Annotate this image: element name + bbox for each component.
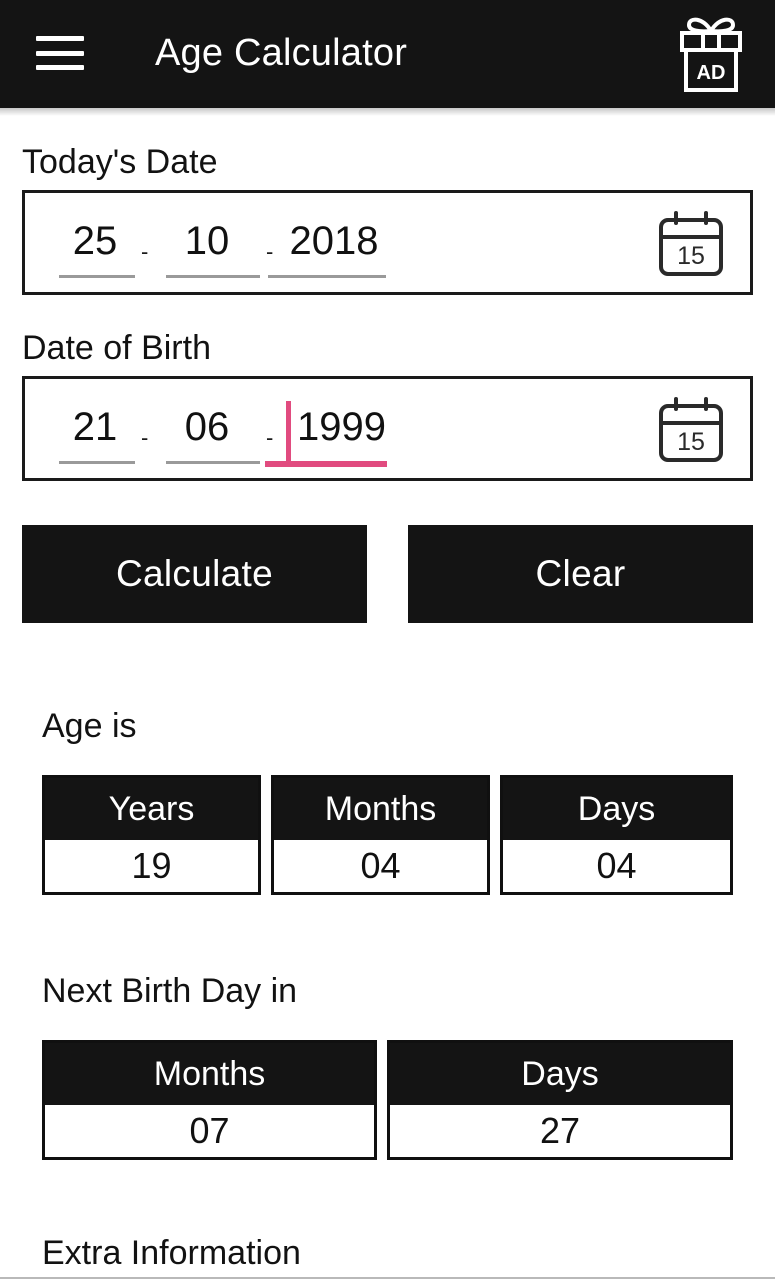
age-result-days-value: 04 — [503, 840, 730, 892]
extra-information-title: Extra Information — [42, 1234, 301, 1272]
todays-date-month-underline — [166, 275, 260, 278]
hamburger-line-1 — [36, 36, 84, 41]
gift-ad-icon[interactable]: AD — [673, 14, 749, 94]
calendar-icon[interactable]: 15 — [654, 209, 728, 281]
next-birthday-title: Next Birth Day in — [42, 972, 298, 1010]
age-result-years-cell: Years 19 — [42, 775, 261, 895]
app-bar: Age Calculator AD — [0, 0, 775, 108]
todays-date-year-underline — [268, 275, 386, 278]
date-of-birth-day-underline — [59, 461, 135, 464]
age-result-months-cell: Months 04 — [271, 775, 490, 895]
todays-date-label: Today's Date — [22, 143, 218, 181]
next-birthday-days-value: 27 — [390, 1105, 730, 1157]
date-of-birth-field[interactable]: 21 - 06 - 1999 15 — [22, 376, 753, 481]
date-of-birth-year[interactable]: 1999 — [297, 403, 403, 451]
bottom-divider — [0, 1277, 775, 1279]
calendar-icon-day: 15 — [677, 242, 705, 270]
date-of-birth-separator-2: - — [266, 425, 274, 450]
next-birthday-months-cell: Months 07 — [42, 1040, 377, 1160]
age-result-years-header: Years — [45, 778, 258, 840]
age-result-table: Years 19 Months 04 Days 04 — [42, 775, 733, 895]
clear-button[interactable]: Clear — [408, 525, 753, 623]
date-of-birth-month-underline — [166, 461, 260, 464]
date-of-birth-day[interactable]: 21 — [59, 403, 131, 451]
date-of-birth-separator-1: - — [141, 425, 149, 450]
app-bar-shadow — [0, 108, 775, 116]
next-birthday-months-value: 07 — [45, 1105, 374, 1157]
text-cursor — [286, 401, 291, 463]
date-of-birth-label: Date of Birth — [22, 329, 211, 367]
calendar-icon[interactable]: 15 — [654, 395, 728, 467]
hamburger-line-3 — [36, 65, 84, 70]
gift-ad-icon-text: AD — [697, 62, 726, 84]
age-result-months-header: Months — [274, 778, 487, 840]
todays-date-month[interactable]: 10 — [171, 217, 243, 265]
next-birthday-table: Months 07 Days 27 — [42, 1040, 733, 1160]
age-result-days-cell: Days 04 — [500, 775, 733, 895]
todays-date-day-underline — [59, 275, 135, 278]
date-of-birth-year-underline — [265, 461, 387, 467]
todays-date-year[interactable]: 2018 — [281, 217, 387, 265]
calculate-button[interactable]: Calculate — [22, 525, 367, 623]
todays-date-separator-1: - — [141, 239, 149, 264]
age-result-months-value: 04 — [274, 840, 487, 892]
next-birthday-months-header: Months — [45, 1043, 374, 1105]
hamburger-line-2 — [36, 50, 84, 56]
calendar-icon-day: 15 — [677, 428, 705, 456]
todays-date-separator-2: - — [266, 239, 274, 264]
page-title: Age Calculator — [155, 32, 408, 74]
next-birthday-days-cell: Days 27 — [387, 1040, 733, 1160]
age-result-days-header: Days — [503, 778, 730, 840]
todays-date-field[interactable]: 25 - 10 - 2018 15 — [22, 190, 753, 295]
next-birthday-days-header: Days — [390, 1043, 730, 1105]
age-calculator-screen: Age Calculator AD Today's Date 25 - 10 - — [0, 0, 775, 1280]
date-of-birth-month[interactable]: 06 — [171, 403, 243, 451]
age-result-title: Age is — [42, 707, 137, 745]
todays-date-day[interactable]: 25 — [59, 217, 131, 265]
age-result-years-value: 19 — [45, 840, 258, 892]
hamburger-menu-icon[interactable] — [36, 32, 84, 74]
